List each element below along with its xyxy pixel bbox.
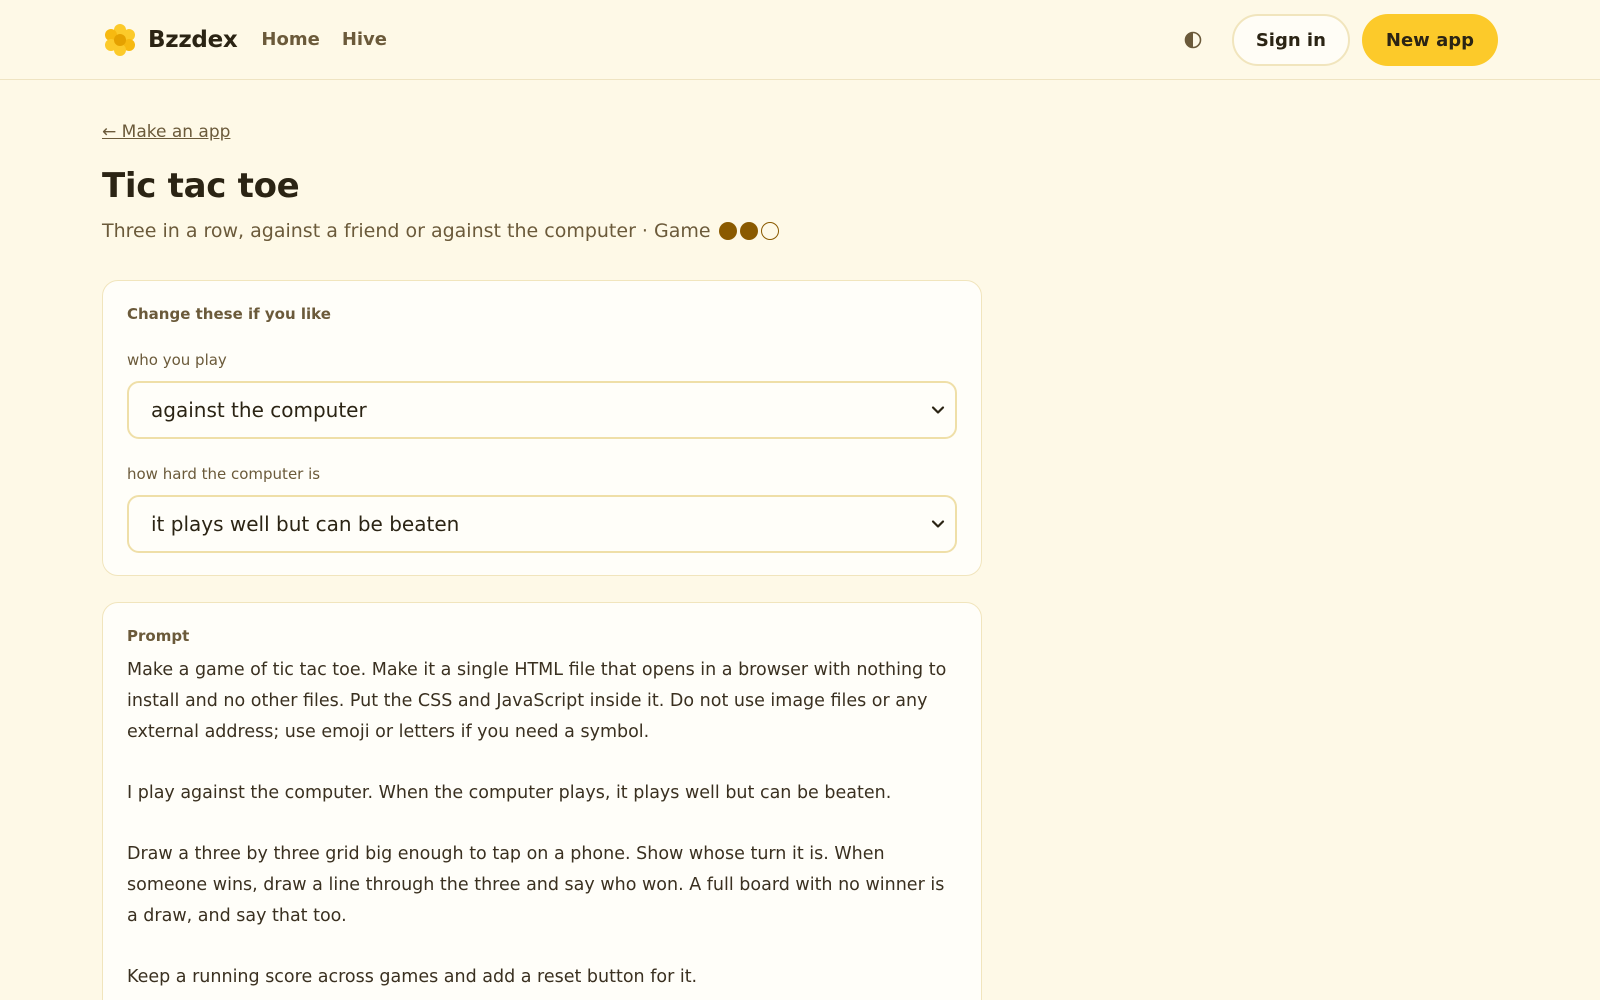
prompt-heading: Prompt [127,627,190,645]
nav-hive[interactable]: Hive [342,29,387,50]
nav-home[interactable]: Home [261,29,319,50]
difficulty-dot-filled [739,222,758,240]
prompt-paragraph: Draw a three by three grid big enough to… [127,844,945,926]
sign-in-button[interactable]: Sign in [1231,14,1350,66]
difficulty-dot-filled [718,222,737,240]
main-content: ← Make an app Tic tac toe Three in a row… [0,80,1600,1000]
main-nav: Home Hive [261,29,387,50]
back-link[interactable]: ← Make an app [102,122,230,142]
who-you-play-label: who you play [127,351,227,369]
prompt-paragraph: Make a game of tic tac toe. Make it a si… [127,660,947,742]
prompt-paragraph: I play against the computer. When the co… [127,783,892,803]
difficulty-select[interactable]: it plays well but can be beaten [127,495,957,553]
honeycomb-logo-icon [105,23,135,56]
theme-toggle-button[interactable] [1176,23,1210,57]
page-subtitle: Three in a row, against a friend or agai… [102,220,1498,242]
chevron-down-icon [931,406,945,414]
top-bar: Bzzdex Home Hive Sign in New app [0,0,1600,80]
new-app-button[interactable]: New app [1361,14,1498,66]
prompt-paragraph: Keep a running score across games and ad… [127,967,698,987]
subtitle-text: Three in a row, against a friend or agai… [102,220,711,242]
options-card: Change these if you like who you play ag… [102,280,982,576]
brand-name: Bzzdex [148,26,238,53]
difficulty-rating [718,222,779,240]
difficulty-value: it plays well but can be beaten [151,512,460,536]
difficulty-label: how hard the computer is [127,465,321,483]
who-you-play-select[interactable]: against the computer [127,381,957,439]
options-heading: Change these if you like [127,305,331,323]
prompt-text[interactable]: Make a game of tic tac toe. Make it a si… [127,655,957,993]
header-actions: Sign in New app [1176,14,1498,66]
difficulty-dot-empty [760,222,779,240]
chevron-down-icon [931,520,945,528]
who-you-play-value: against the computer [151,398,367,422]
brand[interactable]: Bzzdex [102,22,238,58]
page-title: Tic tac toe [102,166,300,206]
prompt-card: Prompt Make a game of tic tac toe. Make … [102,602,982,1000]
contrast-icon [1184,31,1202,49]
